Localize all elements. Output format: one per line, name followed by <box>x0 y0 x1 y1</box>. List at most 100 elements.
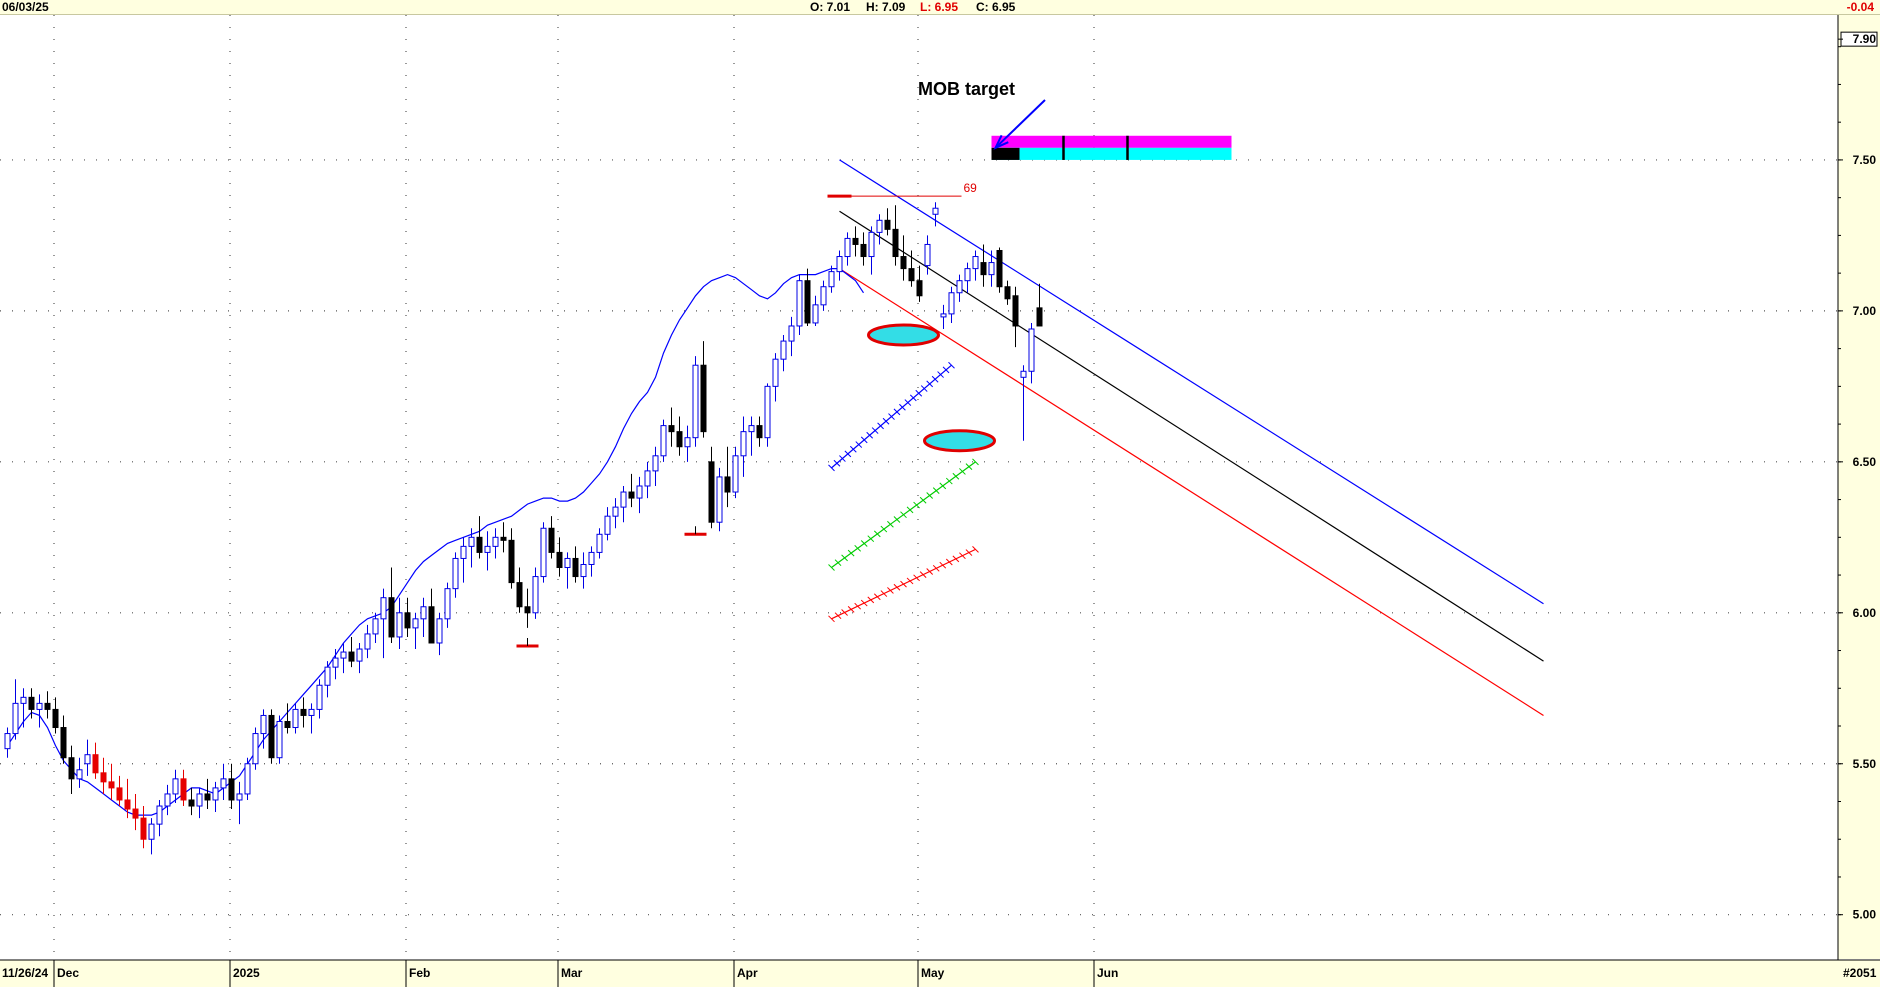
candle-body-up <box>636 485 643 499</box>
candle-body-down <box>348 651 355 662</box>
candle-body-down <box>900 256 907 270</box>
projection-tick <box>834 612 842 620</box>
price-tick-label: 7.50 <box>1853 153 1877 167</box>
candle-body-up <box>76 769 83 780</box>
candle-body-down <box>52 708 59 729</box>
candle-body-up <box>868 231 875 258</box>
candle-body-up <box>948 292 955 315</box>
candle-body-up <box>484 545 491 553</box>
candle-body-down <box>852 237 859 245</box>
projection-tick <box>860 599 868 607</box>
projection-tick <box>952 555 960 563</box>
candle-body-up <box>212 787 219 801</box>
swing-count-label: 69 <box>964 181 978 195</box>
candle-body-down <box>140 817 147 840</box>
target-zone-lower <box>991 147 1232 160</box>
candle-body-down <box>556 551 563 569</box>
candle-body-down <box>500 536 507 541</box>
candle-body-down <box>108 781 115 789</box>
candle-body-up <box>412 618 419 629</box>
candle-body-up <box>780 340 787 360</box>
candle-body-down <box>28 696 35 710</box>
highlight-ellipse <box>923 429 996 453</box>
candle-body-down <box>268 714 275 759</box>
candle-body-down <box>60 727 67 759</box>
candle-body-up <box>1020 370 1027 378</box>
chart-id-label: #2051 <box>1843 966 1877 980</box>
candle-body-up <box>396 612 403 638</box>
candle-body-up <box>940 313 947 318</box>
candle-body-down <box>668 425 675 433</box>
projection-tick <box>939 561 947 569</box>
candle-body-up <box>932 207 939 215</box>
candle-body-up <box>84 754 91 765</box>
candle-body-up <box>276 720 283 759</box>
candle-body-up <box>532 576 539 614</box>
candle-body-up <box>748 425 755 433</box>
candle-body-down <box>756 425 763 439</box>
candle-body-down <box>1004 286 1011 300</box>
candle-body-up <box>820 286 827 306</box>
candle-body-up <box>972 256 979 270</box>
candle-body-up <box>732 455 739 493</box>
candle-body-down <box>100 772 107 783</box>
projection-tick <box>893 583 901 591</box>
candle-body-down <box>124 799 131 810</box>
candle-body-down <box>708 461 715 523</box>
month-label: Jun <box>1097 966 1118 980</box>
candle-body-up <box>764 385 771 439</box>
candle-body-up <box>172 778 179 795</box>
candle-body-up <box>924 243 931 267</box>
month-label: Dec <box>57 966 79 980</box>
candle-body-up <box>252 733 259 765</box>
candle-body-down <box>188 799 195 807</box>
candle-body-up <box>292 708 299 729</box>
candle-body-down <box>284 720 291 729</box>
candle-body-down <box>884 219 891 230</box>
projection-tick <box>841 609 848 616</box>
candle-body-down <box>132 808 139 819</box>
candle-body-down <box>68 757 75 780</box>
price-tick-label: 5.00 <box>1853 908 1877 922</box>
candle-body-down <box>524 606 531 614</box>
candle-body-down <box>572 557 579 578</box>
candle-body-up <box>340 651 347 659</box>
candle-body-up <box>372 618 379 635</box>
candle-body-up <box>492 536 499 547</box>
candle-layer <box>4 202 1043 855</box>
candle-body-up <box>324 666 331 686</box>
candle-body-down <box>476 536 483 553</box>
moving-average-line <box>7 268 865 816</box>
candle-body-up <box>652 455 659 472</box>
candle-body-down <box>92 754 99 774</box>
highlight-ellipse <box>867 323 940 347</box>
candle-body-down <box>116 787 123 801</box>
candle-body-down <box>548 527 555 553</box>
candle-body-up <box>196 793 203 807</box>
price-tick-label: 7.90 <box>1853 32 1877 46</box>
candle-body-up <box>36 702 43 710</box>
price-chart[interactable]: 7.90 7.50 7.00 6.50 6.00 5.50 5.00 Dec 2025 Feb M… <box>0 0 1880 987</box>
candle-body-up <box>420 606 427 620</box>
candle-body-down <box>980 262 987 276</box>
candle-body-down <box>628 491 635 499</box>
projection-tick <box>972 546 979 553</box>
candle-body-up <box>564 557 571 569</box>
projection-tick <box>932 564 940 572</box>
candle-body-down <box>1036 307 1043 327</box>
month-label: Mar <box>561 966 583 980</box>
candle-body-up <box>12 702 19 735</box>
candle-body-up <box>716 476 723 523</box>
candle-body-up <box>644 470 651 487</box>
month-label: May <box>921 966 945 980</box>
projection-tick <box>880 590 888 597</box>
channel-line-lower <box>839 268 1544 716</box>
candle-body-up <box>380 597 387 620</box>
candle-body-down <box>228 778 235 801</box>
projection-tick <box>867 596 875 604</box>
month-label: Feb <box>409 966 430 980</box>
candle-body-up <box>828 271 835 288</box>
candle-body-up <box>588 551 595 565</box>
candle-body-up <box>788 325 795 342</box>
candle-body-up <box>308 708 315 716</box>
